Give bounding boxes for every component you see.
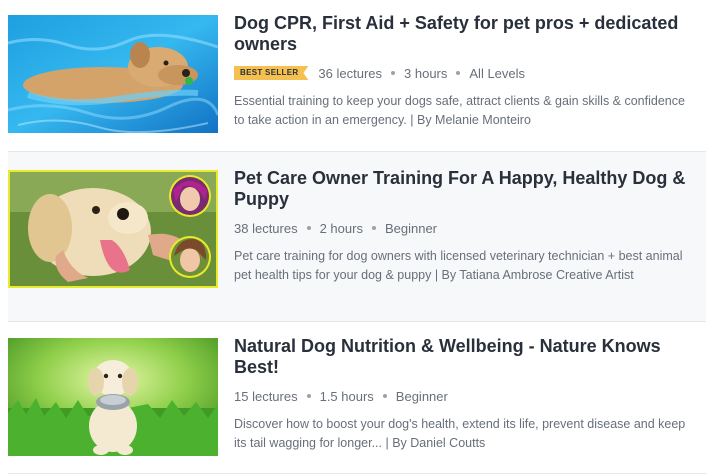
course-meta: 15 lectures 1.5 hours Beginner: [234, 387, 690, 405]
course-info: Pet Care Owner Training For A Happy, Hea…: [234, 168, 690, 284]
separator-dot-icon: [456, 71, 461, 75]
course-duration: 1.5 hours: [319, 388, 374, 404]
separator-dot-icon: [391, 71, 396, 75]
course-row[interactable]: Natural Dog Nutrition & Wellbeing - Natu…: [8, 322, 706, 474]
course-level: Beginner: [384, 220, 438, 236]
course-level: All Levels: [469, 65, 526, 81]
course-meta: 38 lectures 2 hours Beginner: [234, 219, 690, 237]
course-description: Pet care training for dog owners with li…: [234, 249, 683, 282]
course-description: Essential training to keep your dogs saf…: [234, 94, 685, 127]
lecture-count: 15 lectures: [234, 388, 298, 404]
course-row[interactable]: Dog CPR, First Aid + Safety for pet pros…: [8, 0, 706, 152]
course-thumbnail-puppy-bowl[interactable]: [8, 338, 218, 456]
course-duration: 2 hours: [319, 220, 363, 236]
course-meta: BEST SELLER 36 lectures 3 hours All Leve…: [234, 64, 690, 82]
course-info: Natural Dog Nutrition & Wellbeing - Natu…: [234, 336, 690, 452]
separator-dot-icon: [306, 394, 311, 398]
best-seller-badge: BEST SELLER: [234, 66, 308, 80]
course-title[interactable]: Pet Care Owner Training For A Happy, Hea…: [234, 168, 690, 210]
course-thumbnail-golden-retriever[interactable]: [8, 170, 218, 288]
course-level: Beginner: [395, 388, 448, 404]
dog-swimming-image: [8, 15, 218, 133]
puppy-with-bowl-image: [8, 338, 218, 456]
course-thumbnail-dog-swimming[interactable]: [8, 15, 218, 133]
separator-dot-icon: [371, 226, 376, 230]
course-info: Dog CPR, First Aid + Safety for pet pros…: [234, 13, 690, 129]
course-duration: 3 hours: [404, 65, 448, 81]
separator-dot-icon: [306, 226, 311, 230]
course-row[interactable]: Pet Care Owner Training For A Happy, Hea…: [8, 152, 706, 322]
separator-dot-icon: [382, 394, 387, 398]
course-title[interactable]: Dog CPR, First Aid + Safety for pet pros…: [234, 13, 690, 55]
golden-retriever-with-instructors-image: [8, 170, 218, 288]
course-description: Discover how to boost your dog's health,…: [234, 417, 686, 450]
lecture-count: 38 lectures: [234, 220, 298, 236]
course-title[interactable]: Natural Dog Nutrition & Wellbeing - Natu…: [234, 336, 690, 378]
lecture-count: 36 lectures: [318, 65, 383, 81]
